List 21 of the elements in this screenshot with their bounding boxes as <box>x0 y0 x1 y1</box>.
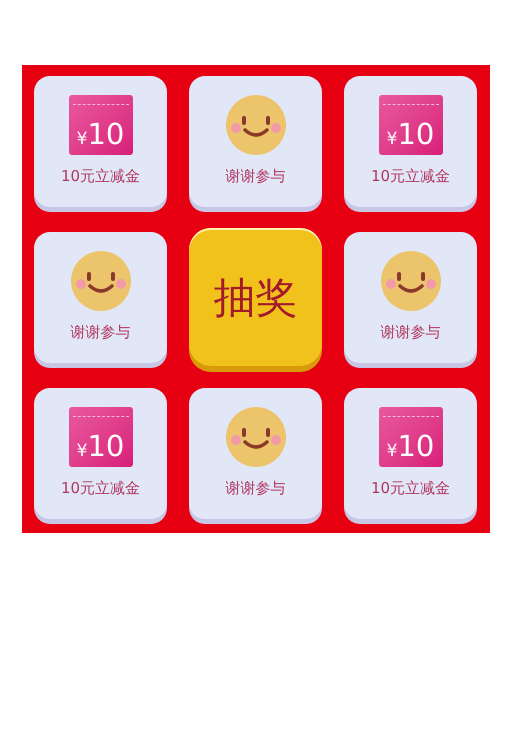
prize-label: 10元立减金 <box>60 169 140 184</box>
currency-symbol: ¥ <box>76 443 88 460</box>
currency-symbol: ¥ <box>386 131 398 148</box>
prize-label: 10元立减金 <box>60 481 140 496</box>
smiley-icon <box>224 407 288 467</box>
coupon-amount: 10 <box>87 432 124 461</box>
prize-label: 谢谢参与 <box>226 481 286 496</box>
smiley-icon <box>224 95 288 155</box>
coupon-amount: 10 <box>397 432 434 461</box>
prize-label: 10元立减金 <box>370 169 450 184</box>
prize-label: 谢谢参与 <box>226 169 286 184</box>
coupon-amount: 10 <box>87 120 124 149</box>
draw-button[interactable]: 抽奖 <box>189 228 322 366</box>
smiley-icon <box>378 251 442 311</box>
prize-label: 谢谢参与 <box>70 325 130 340</box>
currency-symbol: ¥ <box>386 443 398 460</box>
coupon-amount: 10 <box>397 120 434 149</box>
currency-symbol: ¥ <box>76 131 88 148</box>
prize-label: 谢谢参与 <box>380 325 440 340</box>
smiley-icon <box>68 251 132 311</box>
prize-label: 10元立减金 <box>370 481 450 496</box>
